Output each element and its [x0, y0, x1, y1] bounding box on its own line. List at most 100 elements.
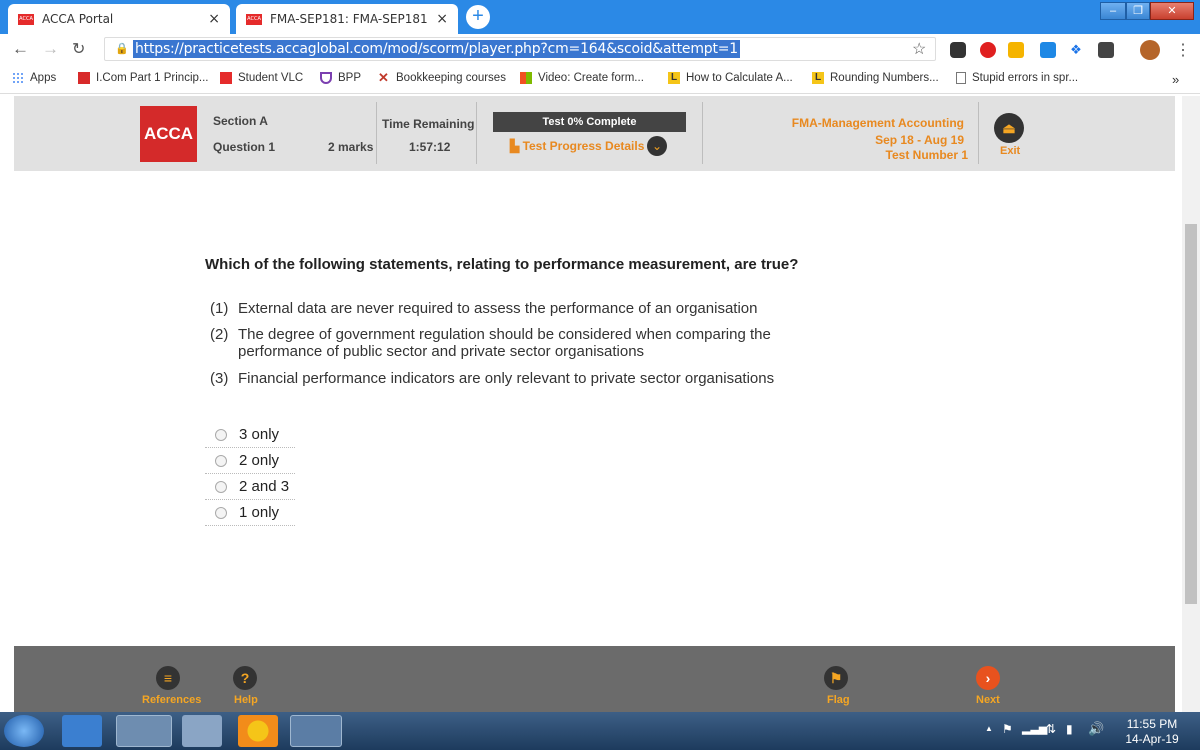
bookmark-label: How to Calculate A... — [686, 72, 793, 84]
answer-option[interactable]: 1 only — [205, 500, 295, 526]
tab-fma[interactable]: ACCA FMA-SEP181: FMA-SEP181 × — [236, 4, 458, 34]
bookmark-student-vlc[interactable]: Student VLC — [220, 72, 303, 84]
download-extension-icon[interactable] — [1098, 42, 1114, 58]
bookmark-rounding[interactable]: L Rounding Numbers... — [812, 72, 939, 84]
answer-option[interactable]: 3 only — [205, 422, 295, 448]
settings-app-icon[interactable] — [238, 715, 278, 747]
radio-button[interactable] — [215, 480, 227, 493]
progress-details-label: Test Progress Details — [522, 139, 645, 153]
bookmark-icom[interactable]: I.Com Part 1 Princip... — [78, 72, 208, 84]
close-tab-icon[interactable]: × — [208, 11, 220, 27]
help-label[interactable]: Help — [234, 694, 258, 706]
progress-bar: Test 0% Complete — [493, 112, 686, 132]
divider — [978, 102, 979, 164]
tab-acca-portal[interactable]: ACCA ACCA Portal × — [8, 4, 230, 34]
flag-button[interactable]: ⚑ — [824, 666, 848, 690]
statement-text: The degree of government regulation shou… — [238, 326, 771, 360]
apps-grid-icon — [12, 72, 24, 84]
bookmark-apps[interactable]: Apps — [12, 72, 56, 84]
show-hidden-icons[interactable]: ▲ — [985, 724, 993, 733]
bookmark-bpp[interactable]: BPP — [320, 72, 361, 84]
address-bar[interactable]: 🔒 https://practicetests.accaglobal.com/m… — [104, 37, 936, 61]
option-label[interactable]: 1 only — [239, 504, 279, 521]
option-label[interactable]: 2 and 3 — [239, 478, 289, 495]
file-explorer-icon[interactable] — [116, 715, 172, 747]
opera-extension-icon[interactable] — [980, 42, 996, 58]
forward-icon[interactable]: → — [42, 39, 59, 59]
network-icon[interactable]: ⇅ — [1046, 722, 1056, 736]
exam-dates: Sep 18 - Aug 19 — [875, 133, 964, 147]
radio-button[interactable] — [215, 454, 227, 467]
references-button[interactable]: ≡ — [156, 666, 180, 690]
menu-lines-icon: ≡ — [163, 670, 173, 686]
statement-text: External data are never required to asse… — [238, 300, 758, 317]
exit-button[interactable]: ⏏ — [994, 113, 1024, 143]
chrome-taskbar-icon[interactable] — [290, 715, 342, 747]
calculator-icon[interactable] — [182, 715, 222, 747]
statement-2: (2) The degree of government regulation … — [210, 326, 810, 362]
bookmark-star-icon[interactable]: ☆ — [912, 39, 926, 59]
dropbox-icon[interactable]: ❖ — [1068, 42, 1084, 58]
statement-number: (1) — [210, 300, 229, 317]
windows-icon — [520, 72, 532, 84]
search-extension-icon[interactable] — [1008, 42, 1024, 58]
time-remaining-label: Time Remaining — [382, 117, 475, 131]
radio-button[interactable] — [215, 506, 227, 519]
answer-option[interactable]: 2 only — [205, 448, 295, 474]
next-button[interactable]: › — [976, 666, 1000, 690]
avatar[interactable] — [1140, 40, 1160, 60]
bookmark-stupid-errors[interactable]: Stupid errors in spr... — [956, 72, 1078, 84]
divider — [376, 102, 377, 164]
taskbar-clock[interactable]: 11:55 PM 14-Apr-19 — [1112, 717, 1192, 747]
media-player-icon[interactable] — [62, 715, 102, 747]
question-number: Question 1 — [213, 140, 276, 154]
signal-icon[interactable]: ▂▃▅ — [1022, 722, 1047, 735]
help-button[interactable]: ? — [233, 666, 257, 690]
option-label[interactable]: 3 only — [239, 426, 279, 443]
browser-tab-strip: ACCA ACCA Portal × ACCA FMA-SEP181: FMA-… — [0, 0, 1200, 34]
flag-label[interactable]: Flag — [827, 694, 850, 706]
close-window-button[interactable]: ✕ — [1150, 2, 1194, 20]
next-label[interactable]: Next — [976, 694, 1000, 706]
chevron-down-icon[interactable]: ⌄ — [647, 136, 667, 156]
bookmark-label: I.Com Part 1 Princip... — [96, 72, 209, 84]
battery-icon[interactable]: ▮ — [1066, 722, 1073, 736]
statement-text: Financial performance indicators are onl… — [238, 370, 775, 387]
maximize-button[interactable]: ❐ — [1126, 2, 1150, 20]
tab-label: ACCA Portal — [42, 12, 114, 26]
references-label[interactable]: References — [142, 694, 201, 706]
start-button[interactable] — [4, 715, 44, 747]
bookmark-bookkeeping[interactable]: ✕ Bookkeeping courses — [378, 71, 506, 84]
bookmark-how-to-calculate[interactable]: L How to Calculate A... — [668, 72, 793, 84]
option-label[interactable]: 2 only — [239, 452, 279, 469]
bar-chart-icon: ▙ — [510, 139, 523, 153]
scrollbar-thumb[interactable] — [1185, 224, 1197, 604]
test-progress-details-link[interactable]: ▙ Test Progress Details — [510, 139, 644, 153]
exam-header: ACCA Section A Question 1 2 marks Time R… — [14, 96, 1175, 171]
droplet-extension-icon[interactable] — [1040, 42, 1056, 58]
bookmark-label: Video: Create form... — [538, 72, 644, 84]
acca-favicon-icon: ACCA — [18, 13, 34, 25]
tab-label: FMA-SEP181: FMA-SEP181 — [270, 12, 428, 26]
minimize-button[interactable]: – — [1100, 2, 1126, 20]
new-tab-button[interactable]: + — [466, 5, 490, 29]
exit-label[interactable]: Exit — [1000, 145, 1020, 157]
flag-tray-icon[interactable]: ⚑ — [1002, 722, 1013, 736]
radio-button[interactable] — [215, 428, 227, 441]
close-tab-icon[interactable]: × — [436, 11, 448, 27]
acca-icon — [220, 72, 232, 84]
url-text[interactable]: https://practicetests.accaglobal.com/mod… — [133, 40, 740, 58]
volume-icon[interactable]: 🔊 — [1088, 721, 1104, 737]
bookmarks-overflow-button[interactable]: » — [1172, 72, 1179, 87]
answer-option[interactable]: 2 and 3 — [205, 474, 295, 500]
clock-date: 14-Apr-19 — [1125, 732, 1179, 746]
menu-kebab-icon[interactable]: ⋮ — [1175, 40, 1191, 60]
bookmark-video[interactable]: Video: Create form... — [520, 72, 644, 84]
windows-taskbar: ▲ ⚑ ▂▃▅ ⇅ ▮ 🔊 11:55 PM 14-Apr-19 — [0, 712, 1200, 750]
statement-3: (3) Financial performance indicators are… — [210, 370, 810, 388]
extension-icon[interactable] — [950, 42, 966, 58]
back-icon[interactable]: ← — [12, 39, 29, 59]
bookmark-label: Bookkeeping courses — [396, 72, 506, 84]
reload-icon[interactable]: ↻ — [72, 39, 85, 59]
chevron-right-icon: › — [985, 670, 991, 686]
